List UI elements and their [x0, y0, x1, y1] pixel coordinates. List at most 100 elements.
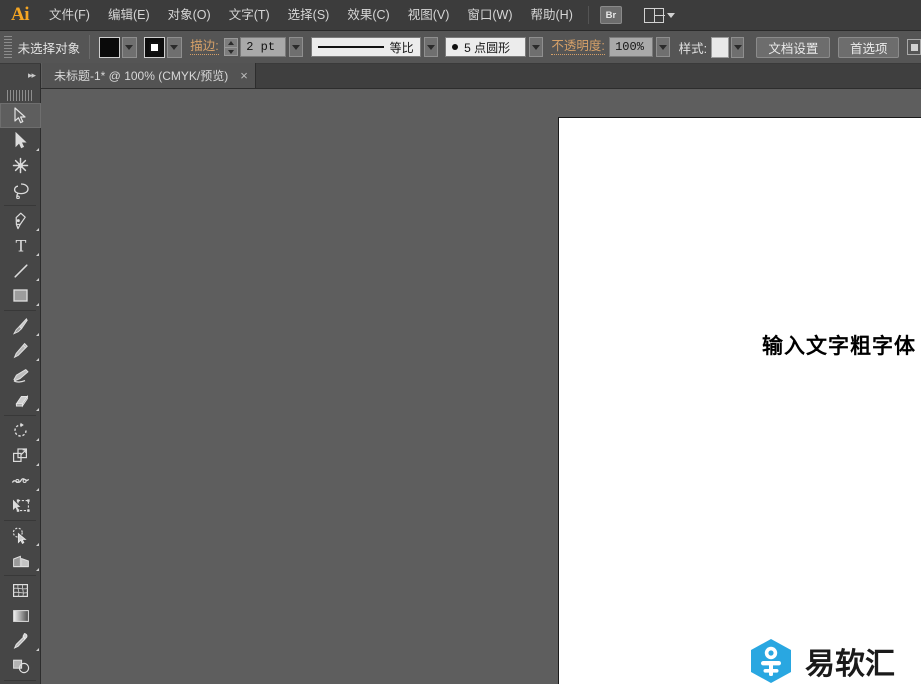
menu-effect[interactable]: 效果(C) — [338, 0, 398, 31]
rotate-tool[interactable] — [0, 418, 41, 443]
line-segment-tool[interactable] — [0, 258, 41, 283]
stroke-weight-field[interactable]: 2 pt — [240, 37, 287, 57]
blob-brush-tool[interactable] — [0, 363, 41, 388]
stroke-profile-dropdown[interactable] — [423, 37, 438, 57]
brush-dot-icon — [452, 44, 459, 50]
width-tool[interactable] — [0, 468, 41, 493]
tool-group-indicator-icon — [36, 568, 39, 571]
close-icon[interactable]: × — [240, 69, 248, 82]
tools-panel-grip[interactable] — [7, 90, 33, 101]
preferences-button[interactable]: 首选项 — [837, 36, 900, 58]
stroke-label[interactable]: 描边: — [190, 39, 219, 55]
shape-builder-tool[interactable] — [0, 523, 41, 548]
tool-group-indicator-icon — [36, 303, 39, 306]
stroke-profile-combo[interactable]: 等比 — [310, 37, 421, 57]
fill-color-swatch[interactable] — [98, 36, 120, 58]
artboard[interactable]: 输入文字粗字体 — [558, 117, 921, 684]
brush-definition-dropdown[interactable] — [529, 37, 543, 57]
menu-object[interactable]: 对象(O) — [159, 0, 220, 31]
scale-tool[interactable] — [0, 443, 41, 468]
chevron-down-icon — [531, 44, 540, 50]
free-transform-tool[interactable] — [0, 493, 41, 518]
pen-tool[interactable] — [0, 208, 41, 233]
eyedropper-tool[interactable] — [0, 628, 41, 653]
menu-file[interactable]: 文件(F) — [40, 0, 99, 31]
paintbrush-tool[interactable] — [0, 313, 41, 338]
pencil-tool[interactable] — [0, 338, 41, 363]
watermark: 易软汇 — [748, 638, 895, 684]
tool-group-indicator-icon — [36, 543, 39, 546]
svg-text:T: T — [15, 237, 26, 254]
watermark-text: 易软汇 — [805, 647, 895, 682]
eraser-tool[interactable] — [0, 388, 41, 413]
tool-group-indicator-icon — [36, 253, 39, 256]
graphic-style-dropdown[interactable] — [731, 36, 745, 58]
menu-edit[interactable]: 编辑(E) — [99, 0, 159, 31]
illustrator-window: Ai 文件(F) 编辑(E) 对象(O) 文字(T) 选择(S) 效果(C) 视图(V) 窗口… — [0, 0, 921, 684]
stepper-down-button[interactable] — [223, 47, 238, 56]
bridge-button[interactable]: Br — [599, 6, 622, 24]
stroke-weight-dropdown[interactable] — [289, 37, 304, 57]
arrow-down-icon — [227, 49, 234, 54]
stroke-weight-stepper[interactable] — [223, 38, 238, 56]
tools-panel-header: ▸▸ — [0, 64, 40, 89]
collapse-panel-icon[interactable]: ▸▸ — [28, 70, 36, 81]
menubar-divider — [587, 6, 589, 24]
arrow-up-icon — [227, 41, 234, 45]
opacity-dropdown[interactable] — [656, 37, 671, 57]
menu-view[interactable]: 视图(V) — [399, 0, 459, 31]
canvas-area[interactable]: 输入文字粗字体 — [41, 89, 921, 684]
lasso-tool[interactable] — [0, 178, 41, 203]
rectangle-tool[interactable] — [0, 283, 41, 308]
menu-select[interactable]: 选择(S) — [279, 0, 339, 31]
chevron-down-icon — [733, 44, 742, 50]
menu-help[interactable]: 帮助(H) — [522, 0, 582, 31]
fill-dropdown-button[interactable] — [121, 36, 137, 58]
stroke-profile-label: 等比 — [389, 40, 414, 55]
magic-wand-tool[interactable] — [0, 153, 41, 178]
menu-window[interactable]: 窗口(W) — [458, 0, 521, 31]
align-edges-icon[interactable] — [907, 39, 921, 55]
blend-tool[interactable] — [0, 653, 41, 678]
chevron-down-icon — [666, 12, 675, 18]
brush-definition-label: 5 点圆形 — [464, 40, 511, 55]
direct-selection-tool[interactable] — [0, 128, 41, 153]
tool-group-indicator-icon — [36, 438, 39, 441]
control-bar-grip[interactable] — [4, 36, 12, 58]
control-bar: 未选择对象 描边: 2 pt 等比 5 点圆形 不透明度: 100% 样式: 文… — [0, 31, 921, 64]
selection-tool[interactable] — [0, 103, 41, 128]
document-setup-button[interactable]: 文档设置 — [756, 36, 831, 58]
tool-group-indicator-icon — [36, 488, 39, 491]
document-tab[interactable]: 未标题-1* @ 100% (CMYK/预览) × — [41, 63, 256, 88]
chevron-down-icon — [659, 44, 668, 50]
mesh-tool[interactable] — [0, 578, 41, 603]
menu-bar: Ai 文件(F) 编辑(E) 对象(O) 文字(T) 选择(S) 效果(C) 视图(V) 窗口… — [0, 0, 921, 31]
tool-group-indicator-icon — [36, 358, 39, 361]
brush-definition-combo[interactable]: 5 点圆形 — [445, 37, 527, 57]
app-logo-icon: Ai — [11, 4, 30, 25]
tool-group-indicator-icon — [36, 463, 39, 466]
perspective-grid-tool[interactable] — [0, 548, 41, 573]
stroke-dropdown-button[interactable] — [166, 36, 182, 58]
tools-divider — [4, 205, 36, 206]
workspace-switcher-icon — [643, 7, 665, 23]
chevron-down-icon — [170, 44, 179, 50]
gradient-tool[interactable] — [0, 603, 41, 628]
menu-type[interactable]: 文字(T) — [220, 0, 279, 31]
tool-group-indicator-icon — [36, 333, 39, 336]
chevron-down-icon — [125, 44, 134, 50]
stroke-profile-icon — [317, 46, 384, 48]
workspace-switcher[interactable] — [643, 7, 675, 23]
opacity-label[interactable]: 不透明度: — [551, 39, 605, 55]
type-tool[interactable]: T — [0, 233, 41, 258]
chevron-down-icon — [426, 44, 435, 50]
stepper-up-button[interactable] — [223, 38, 238, 47]
style-label: 样式: — [678, 41, 708, 56]
stroke-swatch-group — [143, 36, 182, 58]
opacity-field[interactable]: 100% — [609, 37, 654, 57]
graphic-style-swatch[interactable] — [711, 36, 730, 58]
selection-status-label: 未选择对象 — [17, 41, 81, 56]
tool-group-indicator-icon — [36, 648, 39, 651]
stroke-color-swatch[interactable] — [143, 36, 165, 58]
artboard-text-object[interactable]: 输入文字粗字体 — [762, 330, 916, 360]
